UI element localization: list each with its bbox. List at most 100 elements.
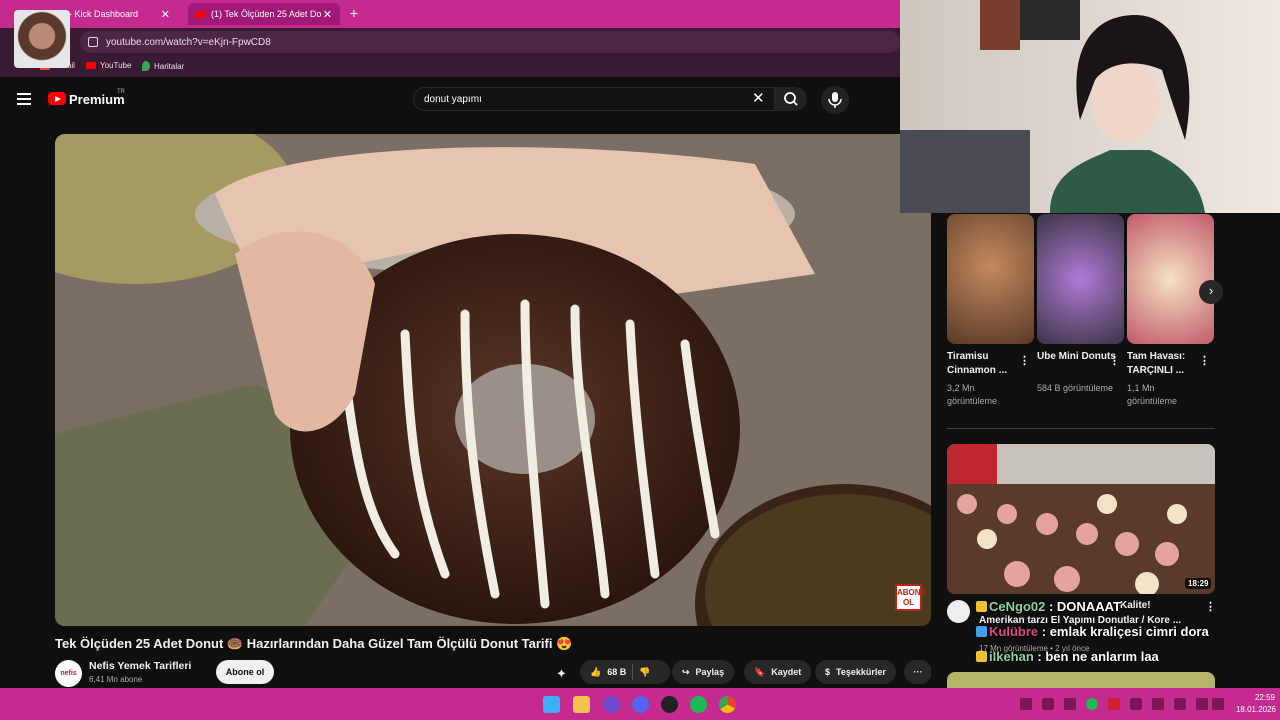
recommended-video-thumbnail[interactable] <box>947 444 1215 594</box>
channel-name[interactable]: Nefis Yemek Tarifleri <box>89 660 191 672</box>
channel-watermark[interactable]: ABONE OL <box>895 584 926 611</box>
webcam-overlay <box>900 0 1280 213</box>
short-thumbnail[interactable] <box>947 214 1034 344</box>
bookmark-label: Haritalar <box>154 61 185 71</box>
recommended-title-tail[interactable]: Kalite! <box>1120 600 1151 611</box>
tray-icon[interactable] <box>1130 698 1142 710</box>
video-title: Tek Ölçüden 25 Adet Donut 🍩 Hazırlarında… <box>55 636 573 651</box>
hamburger-menu-icon[interactable] <box>17 93 31 105</box>
short-title[interactable]: Tiramisu Cinnamon ... <box>947 350 1027 378</box>
short-title[interactable]: Ube Mini Donuts <box>1037 350 1117 364</box>
chat-text: DONAAAT <box>1056 599 1121 614</box>
thanks-icon: $ <box>825 667 831 677</box>
windows-start-icon[interactable] <box>543 696 560 713</box>
short-image <box>947 214 1034 344</box>
short-views: 3,2 Mn görüntüleme <box>947 383 998 406</box>
address-bar[interactable]: youtube.com/watch?v=eKjn-FpwCD8 <box>80 31 900 53</box>
short-thumbnail[interactable] <box>1127 214 1214 344</box>
more-vert-icon[interactable]: ⋮ <box>1109 354 1120 367</box>
bookmark-label: YouTube <box>100 61 132 70</box>
more-vert-icon[interactable]: ⋮ <box>1205 600 1216 613</box>
new-tab-button[interactable]: + <box>346 5 362 21</box>
youtube-logo-icon[interactable] <box>48 92 66 105</box>
more-vert-icon[interactable]: ⋮ <box>1199 354 1210 367</box>
short-image <box>1127 214 1214 344</box>
search-input[interactable]: donut yapımı <box>413 87 775 111</box>
more-vert-icon[interactable]: ⋮ <box>1019 354 1030 367</box>
bookmarks-bar: Gmail YouTube Haritalar <box>0 55 900 77</box>
steam-icon[interactable] <box>1152 698 1164 710</box>
app-icon[interactable] <box>603 696 620 713</box>
chat-text: ben ne anlarım laa <box>1045 649 1159 664</box>
sparkle-icon[interactable]: ✦ <box>556 666 567 682</box>
channel-avatar[interactable] <box>947 600 970 623</box>
thumbs-down-icon[interactable]: 👎 <box>639 667 650 678</box>
youtube-icon <box>196 10 206 18</box>
save-button[interactable]: 🔖 Kaydet <box>744 660 812 684</box>
short-title[interactable]: Tam Havası: TARÇINLI ... <box>1127 350 1207 378</box>
tray-icon[interactable] <box>1042 698 1054 710</box>
section-divider <box>947 428 1215 429</box>
file-explorer-icon[interactable] <box>573 696 590 713</box>
clear-search-icon[interactable]: ✕ <box>752 91 765 107</box>
thumbs-up-icon[interactable]: 👍 <box>590 667 601 678</box>
tray-icon[interactable] <box>1020 698 1032 710</box>
region-code: TR <box>117 89 125 95</box>
channel-avatar[interactable]: nefis <box>55 660 82 687</box>
short-image <box>1037 214 1124 344</box>
webcam-overlay-small <box>14 10 70 68</box>
youtube-icon <box>86 62 96 69</box>
chat-message: ilkehan : ben ne anlarım laa <box>976 649 1159 664</box>
chat-message: Kulübre : emlak kraliçesi cimri dora <box>976 624 1209 639</box>
chat-message: CeNgo02 : DONAAAT <box>976 599 1121 614</box>
spotify-tray-icon[interactable] <box>1086 698 1098 710</box>
share-button[interactable]: ↪ Paylaş <box>672 660 735 684</box>
subscribe-button[interactable]: Abone ol <box>216 660 274 684</box>
microphone-icon[interactable] <box>1174 698 1186 710</box>
spotify-icon[interactable] <box>690 696 707 713</box>
subscriber-badge-icon <box>976 651 987 662</box>
more-icon: ··· <box>913 667 923 677</box>
tray-icon[interactable] <box>1108 698 1120 710</box>
discord-icon[interactable] <box>632 696 649 713</box>
chat-username: Kulübre <box>989 624 1039 639</box>
search-button[interactable] <box>775 87 807 111</box>
network-icon[interactable] <box>1196 698 1208 710</box>
clock-date[interactable]: 18.01.2026 <box>1226 705 1276 714</box>
tray-icon[interactable] <box>1064 698 1076 710</box>
obs-icon[interactable] <box>661 696 678 713</box>
share-label: Paylaş <box>695 667 725 677</box>
short-views: 584 B görüntüleme <box>1037 383 1114 393</box>
short-thumbnail[interactable] <box>1037 214 1124 344</box>
site-info-icon[interactable] <box>88 37 98 47</box>
tab-youtube-video[interactable]: (1) Tek Ölçüden 25 Adet Do ✕ <box>188 3 340 25</box>
thanks-label: Teşekkürler <box>836 667 886 677</box>
chat-username: CeNgo02 <box>989 599 1046 614</box>
like-count[interactable]: 68 B <box>607 667 626 677</box>
like-dislike-group: 👍 68 B 👎 <box>580 660 670 684</box>
clock-time[interactable]: 22:59 <box>1245 693 1275 702</box>
subscriber-badge-icon <box>976 601 987 612</box>
maps-icon <box>142 61 150 71</box>
close-icon[interactable]: ✕ <box>161 8 170 21</box>
thanks-button[interactable]: $ Teşekkürler <box>815 660 896 684</box>
chevron-right-icon[interactable]: › <box>1199 280 1223 304</box>
search-icon <box>784 92 798 106</box>
video-player[interactable] <box>55 134 931 626</box>
tab-label: (1) Tek Ölçüden 25 Adet Do <box>211 9 322 19</box>
recommended-video-thumbnail[interactable] <box>947 672 1215 688</box>
close-icon[interactable]: ✕ <box>323 8 332 21</box>
voice-search-button[interactable] <box>821 86 849 114</box>
bookmark-youtube[interactable]: YouTube <box>86 61 131 70</box>
chrome-icon[interactable] <box>719 696 736 713</box>
url-text: youtube.com/watch?v=eKjn-FpwCD8 <box>106 36 271 48</box>
bookmark-haritalar[interactable]: Haritalar <box>142 61 184 71</box>
microphone-icon <box>828 92 842 108</box>
moderator-badge-icon <box>976 626 987 637</box>
volume-icon[interactable] <box>1212 698 1224 710</box>
video-duration: 18:29 <box>1185 578 1212 589</box>
short-views: 1,1 Mn görüntüleme <box>1127 383 1178 406</box>
share-icon: ↪ <box>682 666 690 677</box>
streamer-camera-frame <box>900 0 1205 213</box>
more-actions-button[interactable]: ··· <box>904 660 932 684</box>
